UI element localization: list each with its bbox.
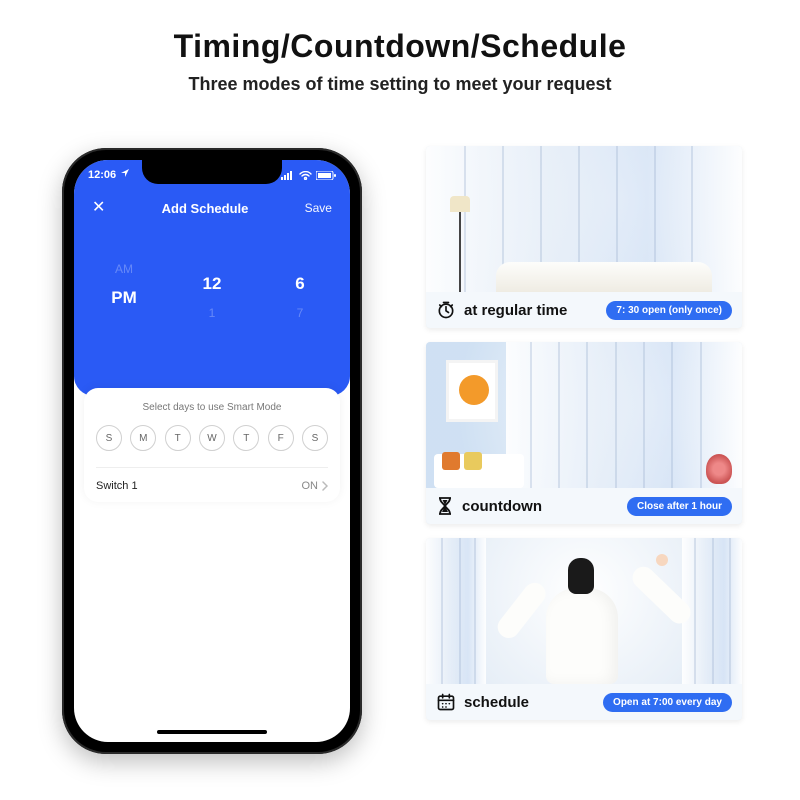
picker-hour[interactable]: 12 1 bbox=[185, 262, 239, 320]
card-label: at regular time bbox=[464, 302, 567, 319]
card-bar: countdown Close after 1 hour bbox=[426, 488, 742, 524]
picker-min-sel: 6 bbox=[295, 274, 304, 294]
card-regular-time: at regular time 7: 30 open (only once) bbox=[426, 146, 742, 328]
clock-icon bbox=[436, 300, 456, 320]
card-pill: Close after 1 hour bbox=[627, 497, 732, 516]
day-selector: S M T W T F S bbox=[96, 425, 328, 451]
bed-headboard bbox=[496, 262, 712, 292]
mode-cards: at regular time 7: 30 open (only once) c… bbox=[426, 146, 742, 720]
switch-value: ON bbox=[302, 480, 319, 492]
card-schedule: schedule Open at 7:00 every day bbox=[426, 538, 742, 720]
flowers bbox=[706, 454, 732, 484]
sheet-title: Select days to use Smart Mode bbox=[96, 402, 328, 413]
day-thu[interactable]: T bbox=[233, 425, 259, 451]
card-pill: Open at 7:00 every day bbox=[603, 693, 732, 712]
time-picker[interactable]: AM PM 12 1 6 7 bbox=[74, 226, 350, 396]
day-fri[interactable]: F bbox=[268, 425, 294, 451]
pillow bbox=[464, 452, 482, 470]
day-mon[interactable]: M bbox=[130, 425, 156, 451]
card-bar: at regular time 7: 30 open (only once) bbox=[426, 292, 742, 328]
card-pill: 7: 30 open (only once) bbox=[606, 301, 732, 320]
card-countdown: countdown Close after 1 hour bbox=[426, 342, 742, 524]
picker-minute[interactable]: 6 7 bbox=[273, 262, 327, 320]
card-bar: schedule Open at 7:00 every day bbox=[426, 684, 742, 720]
status-time: 12:06 bbox=[88, 169, 129, 181]
day-wed[interactable]: W bbox=[199, 425, 225, 451]
picker-ampm-above: AM bbox=[115, 262, 133, 276]
page-title: Timing/Countdown/Schedule bbox=[0, 28, 800, 65]
picker-ampm[interactable]: AM PM bbox=[97, 262, 151, 320]
picker-hour-below: 1 bbox=[209, 306, 216, 320]
picker-ampm-sel: PM bbox=[111, 288, 137, 308]
picker-hour-sel: 12 bbox=[203, 274, 222, 294]
phone-notch bbox=[142, 160, 282, 184]
wall-art bbox=[446, 360, 498, 422]
battery-icon bbox=[316, 171, 336, 180]
wifi-icon bbox=[299, 171, 312, 180]
switch-row[interactable]: Switch 1 ON bbox=[96, 467, 328, 492]
status-time-text: 12:06 bbox=[88, 169, 116, 181]
close-button[interactable]: ✕ bbox=[92, 200, 105, 216]
location-icon bbox=[121, 169, 129, 177]
phone-mock: 12:06 ✕ Add Schedule Save AM PM bbox=[62, 148, 362, 754]
pillow bbox=[442, 452, 460, 470]
switch-label: Switch 1 bbox=[96, 480, 138, 492]
page-subtitle: Three modes of time setting to meet your… bbox=[0, 74, 800, 95]
home-indicator bbox=[157, 730, 267, 734]
card-label: countdown bbox=[462, 498, 542, 515]
person-opening-curtain bbox=[524, 558, 644, 684]
card-label: schedule bbox=[464, 694, 529, 711]
cellular-icon bbox=[281, 171, 295, 180]
day-sat[interactable]: S bbox=[302, 425, 328, 451]
schedule-sheet: Select days to use Smart Mode S M T W T … bbox=[84, 388, 340, 502]
picker-min-below: 7 bbox=[297, 306, 304, 320]
hourglass-icon bbox=[436, 496, 454, 516]
calendar-icon bbox=[436, 692, 456, 712]
chevron-right-icon bbox=[322, 481, 328, 491]
save-button[interactable]: Save bbox=[305, 201, 332, 215]
floor-lamp-icon bbox=[450, 196, 470, 292]
day-sun[interactable]: S bbox=[96, 425, 122, 451]
app-header: ✕ Add Schedule Save bbox=[74, 190, 350, 226]
phone-screen: 12:06 ✕ Add Schedule Save AM PM bbox=[74, 160, 350, 742]
day-tue[interactable]: T bbox=[165, 425, 191, 451]
header-title: Add Schedule bbox=[162, 201, 249, 216]
